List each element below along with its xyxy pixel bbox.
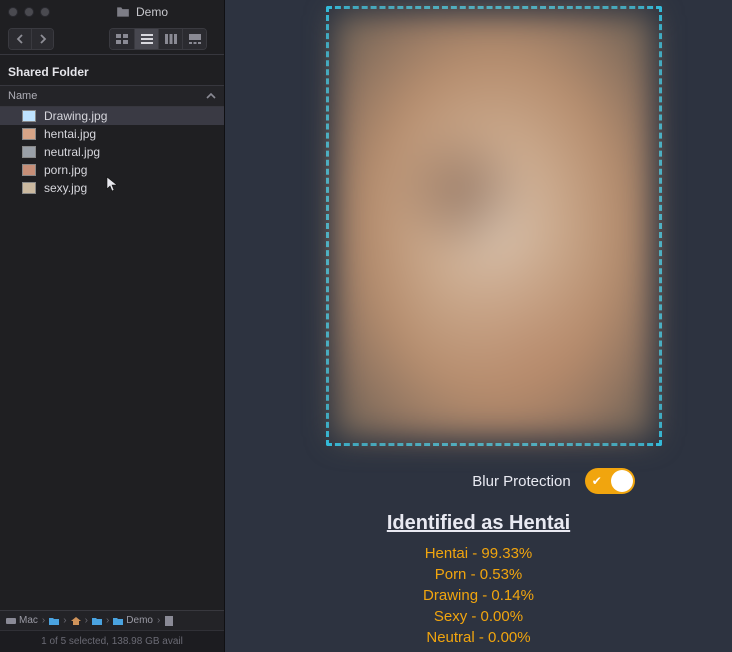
image-file-icon [22, 146, 36, 158]
result-title: Identified as Hentai [387, 512, 570, 535]
path-bar[interactable]: Mac › › › › Demo › [0, 610, 224, 630]
view-switcher [109, 28, 207, 50]
chevron-left-icon [16, 34, 24, 44]
list-icon [141, 34, 153, 44]
blur-toggle-row: Blur Protection ✔ [472, 468, 634, 494]
view-columns-button[interactable] [158, 29, 182, 49]
path-separator: › [157, 615, 160, 626]
finder-toolbar [0, 24, 224, 54]
disk-icon [6, 616, 16, 626]
column-header-label: Name [8, 90, 37, 102]
view-icon-button[interactable] [110, 29, 134, 49]
preview-panel: Blur Protection ✔ Identified as Hentai H… [225, 0, 732, 652]
view-gallery-button[interactable] [182, 29, 206, 49]
file-name: neutral.jpg [44, 145, 100, 159]
sort-chevron-icon [206, 91, 216, 101]
grid-icon [116, 34, 128, 44]
window-chrome: Demo [0, 0, 224, 24]
image-file-icon [22, 110, 36, 122]
file-row[interactable]: Drawing.jpg [0, 107, 224, 125]
finder-panel: Demo Shared Folder [0, 0, 225, 652]
nav-back-button[interactable] [9, 29, 31, 49]
path-segment[interactable]: Mac [6, 615, 38, 626]
file-row[interactable]: hentai.jpg [0, 125, 224, 143]
score-list: Hentai - 99.33%Porn - 0.53%Drawing - 0.1… [423, 543, 534, 648]
folder-icon [113, 616, 123, 626]
file-row[interactable]: sexy.jpg [0, 179, 224, 197]
status-bar: 1 of 5 selected, 138.98 GB avail [0, 630, 224, 652]
status-text: 1 of 5 selected, 138.98 GB avail [41, 636, 183, 647]
nav-forward-button[interactable] [31, 29, 53, 49]
file-icon [164, 616, 174, 626]
score-line: Hentai - 99.33% [423, 543, 534, 564]
file-name: sexy.jpg [44, 181, 87, 195]
drop-zone[interactable] [326, 6, 662, 446]
path-separator: › [85, 615, 88, 626]
path-segment[interactable] [71, 616, 81, 626]
gallery-icon [189, 34, 201, 44]
path-separator: › [63, 615, 66, 626]
path-segment[interactable]: Demo [113, 615, 153, 626]
score-line: Sexy - 0.00% [423, 606, 534, 627]
blur-toggle-label: Blur Protection [472, 473, 570, 490]
file-list: Drawing.jpg hentai.jpg neutral.jpg porn.jpg… [0, 107, 224, 197]
chevron-right-icon [39, 34, 47, 44]
image-file-icon [22, 128, 36, 140]
close-traffic-light[interactable] [8, 7, 18, 17]
column-header-name[interactable]: Name [0, 85, 224, 107]
folder-icon [49, 616, 59, 626]
home-icon [71, 616, 81, 626]
nav-buttons [8, 28, 54, 50]
blur-toggle[interactable]: ✔ [585, 468, 635, 494]
score-line: Porn - 0.53% [423, 564, 534, 585]
file-name: porn.jpg [44, 163, 87, 177]
minimize-traffic-light[interactable] [24, 7, 34, 17]
path-separator: › [42, 615, 45, 626]
columns-icon [165, 34, 177, 44]
window-title-text: Demo [136, 5, 168, 19]
toggle-knob [611, 470, 633, 492]
image-file-icon [22, 164, 36, 176]
file-row[interactable]: neutral.jpg [0, 143, 224, 161]
path-segment[interactable] [164, 616, 174, 626]
file-row[interactable]: porn.jpg [0, 161, 224, 179]
blurred-image-preview [334, 14, 652, 438]
view-list-button[interactable] [134, 29, 158, 49]
folder-icon [92, 616, 102, 626]
file-name: hentai.jpg [44, 127, 96, 141]
section-title: Shared Folder [0, 54, 224, 85]
image-file-icon [22, 182, 36, 194]
file-name: Drawing.jpg [44, 109, 107, 123]
path-separator: › [106, 615, 109, 626]
folder-icon [116, 6, 130, 18]
path-segment[interactable] [92, 616, 102, 626]
check-icon: ✔ [592, 474, 602, 488]
path-segment[interactable] [49, 616, 59, 626]
score-line: Drawing - 0.14% [423, 585, 534, 606]
zoom-traffic-light[interactable] [40, 7, 50, 17]
window-title: Demo [116, 5, 168, 19]
score-line: Neutral - 0.00% [423, 627, 534, 648]
